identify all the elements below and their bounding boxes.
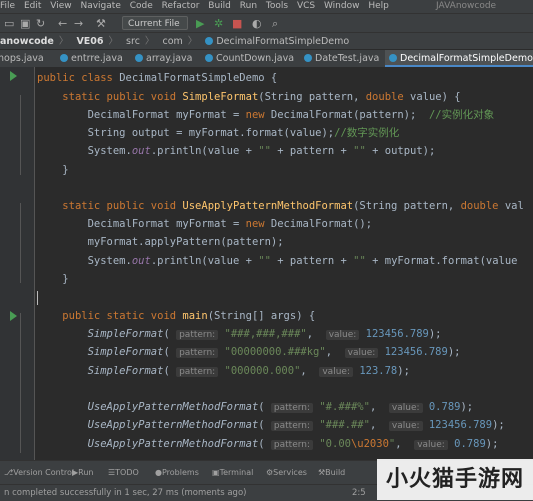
debug-icon[interactable]: ✲ [214,16,223,31]
param-hint: pattern: [176,330,219,340]
search-icon[interactable]: ⌕ [272,16,278,31]
coverage-icon[interactable]: ◐ [252,16,262,31]
tool-services[interactable]: ⚙ Services [266,461,307,485]
code-line: String output = myFormat.format(value);/… [87,127,400,139]
tab-array[interactable]: array.java [131,50,196,67]
menu-vcs[interactable]: VCS [297,1,315,11]
code-editor[interactable]: public class DecimalFormatSimpleDemo { s… [35,67,533,460]
back-icon[interactable]: ← [58,16,67,31]
class-icon [60,54,68,62]
menu-navigate[interactable]: Navigate [80,1,120,11]
breadcrumb: anowcode 〉 VE06 〉 src 〉 com 〉 DecimalFormatS… [0,32,533,50]
text-caret [37,291,38,305]
param-hint: value: [319,367,353,377]
breadcrumb-package[interactable]: com [162,36,182,47]
code-line: DecimalFormat myFormat = new DecimalForm… [87,109,495,121]
param-hint: value: [388,421,423,431]
breadcrumb-module[interactable]: VE06 [76,36,103,47]
param-hint: pattern: [270,403,314,413]
code-line: public static void main(String[] args) { [62,310,316,322]
tab-datetest[interactable]: DateTest.java [300,50,383,67]
sync-icon[interactable]: ↻ [36,16,45,31]
code-line: DecimalFormat myFormat = new DecimalForm… [87,218,373,230]
code-line: myFormat.applyPattern(pattern); [87,236,284,248]
editor-gutter [0,67,35,460]
breadcrumb-project[interactable]: anowcode [0,36,54,47]
menu-window[interactable]: Window [324,1,360,11]
code-line: static public void SimpleFormat(String p… [62,91,461,103]
class-icon [205,54,213,62]
code-line: SimpleFormat( pattern: "###,###,###", va… [87,328,442,340]
code-line: UseApplyPatternMethodFormat( pattern: "0… [87,438,499,450]
run-class-icon[interactable] [10,71,17,81]
window-title: JAVAnowcode [436,1,497,11]
cursor-position[interactable]: 2:5 [352,485,366,501]
code-line: SimpleFormat( pattern: "000000.000", val… [87,365,410,377]
menu-bar: File Edit View Navigate Code Refactor Bu… [0,0,533,13]
run-config-label: Current File [128,19,180,29]
save-icon[interactable]: ▣ [20,16,30,31]
code-line: static public void UseApplyPatternMethod… [62,200,524,212]
status-message: n completed successfully in 1 sec, 27 ms… [4,488,247,498]
param-hint: pattern: [176,367,219,377]
tab-entrre[interactable]: entrre.java [56,50,127,67]
code-line: System.out.println(value + "" + pattern … [87,145,436,157]
class-icon [205,37,214,45]
watermark-logo: 小火猫手游网 [377,459,533,500]
forward-icon[interactable]: → [74,16,83,31]
breadcrumb-src[interactable]: src [126,36,140,47]
run-config-dropdown[interactable]: Current File ▼ [122,16,188,42]
tool-build[interactable]: ⚒ Build [318,461,345,485]
fold-marker [20,313,29,453]
fold-marker [20,203,29,283]
stop-icon[interactable]: ■ [232,16,242,31]
tab-decimalformatsimpledemo[interactable]: DecimalFormatSimpleDemo.java [385,50,533,67]
code-line: public class DecimalFormatSimpleDemo { [37,72,278,84]
tool-todo[interactable]: ☰ TODO [108,461,139,485]
code-line: UseApplyPatternMethodFormat( pattern: "#… [87,419,505,431]
class-icon [389,54,397,62]
param-hint: value: [414,440,448,450]
code-line: System.out.println(value + "" + pattern … [87,255,518,267]
param-hint: value: [325,330,360,340]
menu-help[interactable]: Help [368,1,389,11]
build-hammer-icon[interactable]: ⚒ [96,16,106,31]
param-hint: pattern: [176,348,219,358]
class-icon [304,54,312,62]
param-hint: pattern: [270,440,314,450]
menu-view[interactable]: View [50,1,71,11]
menu-build[interactable]: Build [208,1,231,11]
run-icon[interactable]: ▶ [196,16,204,31]
tool-terminal[interactable]: ▣ Terminal [212,461,253,485]
open-folder-icon[interactable]: ▭ [4,16,14,31]
param-hint: value: [388,403,423,413]
editor-tabs: hops.java entrre.java array.java CountDo… [0,49,533,68]
menu-edit[interactable]: Edit [24,1,41,11]
run-main-icon[interactable] [10,311,17,321]
code-line: SimpleFormat( pattern: "00000000.###kg",… [87,346,461,358]
tab-countdown[interactable]: CountDown.java [201,50,298,67]
breadcrumb-class[interactable]: DecimalFormatSimpleDemo [216,36,349,47]
class-icon [135,54,143,62]
menu-run[interactable]: Run [240,1,257,11]
tool-problems[interactable]: ● Problems [155,461,199,485]
menu-file[interactable]: File [0,1,15,11]
menu-tools[interactable]: Tools [266,1,288,11]
tool-run[interactable]: ▶ Run [72,461,94,485]
code-line: } [62,164,69,176]
param-hint: value: [344,348,379,358]
toolbar: ▭ ▣ ↻ ← → ⚒ Current File ▼ ▶ ✲ ■ ◐ ⌕ [0,13,533,42]
param-hint: pattern: [270,421,314,431]
code-line: UseApplyPatternMethodFormat( pattern: "#… [87,401,474,413]
tool-version-control[interactable]: ⎇ Version Control [4,461,74,485]
menu-code[interactable]: Code [130,1,153,11]
code-line: } [62,273,69,285]
menu-refactor[interactable]: Refactor [162,1,200,11]
tab-hops[interactable]: hops.java [0,50,48,67]
fold-marker [20,95,29,175]
